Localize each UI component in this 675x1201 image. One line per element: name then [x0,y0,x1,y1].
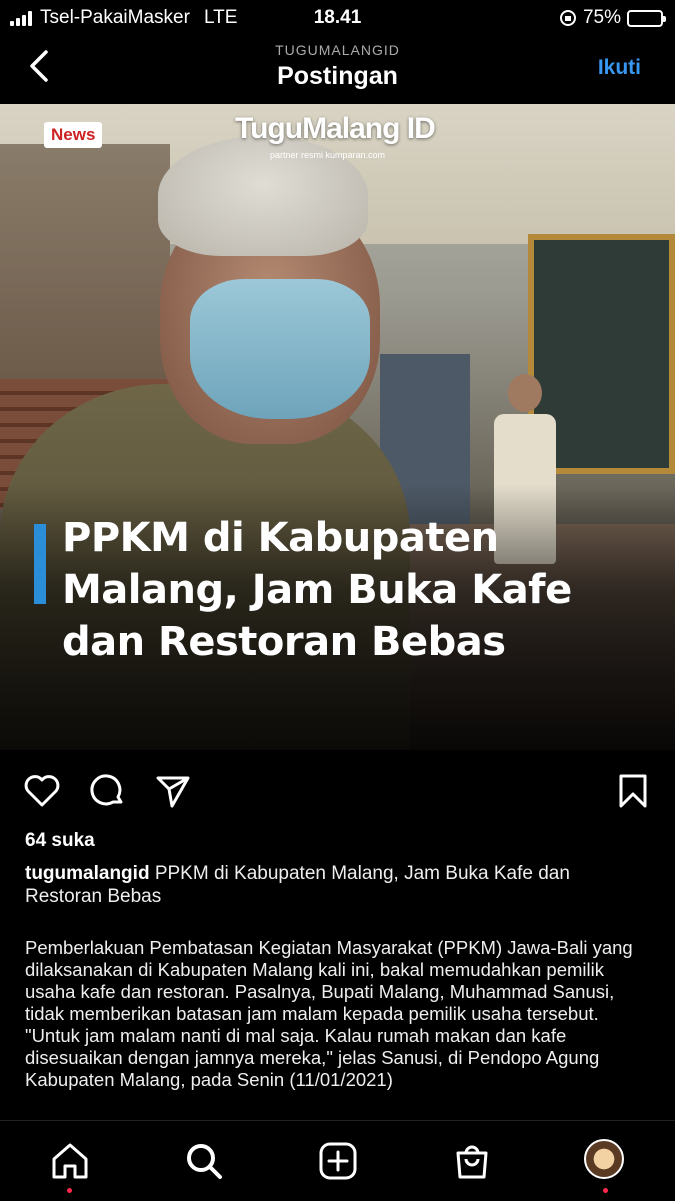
bottom-nav [0,1120,675,1201]
post-actions [0,765,675,817]
caption-username[interactable]: tugumalangid [25,863,150,884]
post-header: TUGUMALANGID Postingan Ikuti [0,36,675,104]
home-notification-dot [67,1188,72,1193]
post-body: Pemberlakuan Pembatasan Kegiatan Masyara… [25,937,650,1117]
orientation-lock-icon [559,10,576,26]
image-headline: PPKM di Kabupaten Malang, Jam Buka Kafe … [62,515,572,665]
battery-icon [627,9,666,27]
add-post-icon[interactable] [316,1139,360,1183]
brand-logo: TuguMalang ID [235,112,436,145]
post-image[interactable]: News TuguMalang ID partner resmi kumpara… [0,104,675,750]
like-count[interactable]: 64 suka [25,830,95,852]
shop-icon[interactable] [450,1139,494,1183]
profile-avatar[interactable] [584,1139,628,1183]
search-icon[interactable] [182,1139,226,1183]
home-icon[interactable] [48,1139,92,1183]
heart-icon[interactable] [22,771,62,811]
follow-button[interactable]: Ikuti [598,56,641,80]
body-paragraph: Pemberlakuan Pembatasan Kegiatan Masyara… [25,937,633,1024]
battery-percent: 75% [582,7,621,28]
headline-accent-bar [34,524,46,604]
comment-icon[interactable] [88,771,128,811]
send-icon[interactable] [153,771,193,811]
profile-notification-dot [603,1188,608,1193]
body-paragraph: "Untuk jam malam nanti di mal saja. Kala… [25,1025,600,1090]
header-username: TUGUMALANGID [275,42,400,58]
brand-subtitle: partner resmi kumparan.com [270,150,386,160]
bookmark-icon[interactable] [613,771,653,811]
page-title: Postingan [277,62,398,90]
status-right: 75% [559,7,666,29]
post-caption: tugumalangid PPKM di Kabupaten Malang, J… [25,862,650,908]
status-bar: Tsel-PakaiMasker LTE 18.41 75% [0,0,675,36]
news-badge: News [44,122,103,148]
